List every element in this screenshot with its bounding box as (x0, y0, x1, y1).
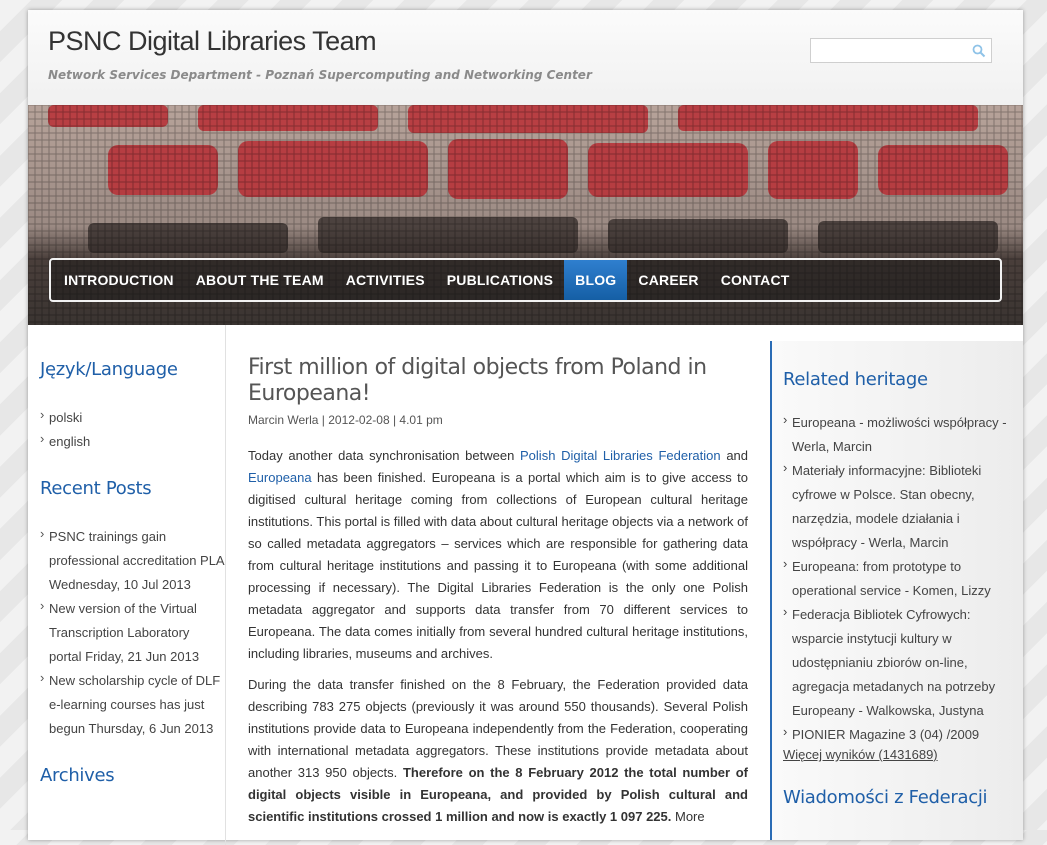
related-heritage-item[interactable]: PIONIER Magazine 3 (04) /2009 (783, 720, 1011, 747)
post-paragraph-1: Today another data synchronisation betwe… (248, 448, 749, 661)
related-heritage-item[interactable]: Europeana: from prototype to operational… (783, 552, 1011, 603)
main-content: First million of digital objects from Po… (248, 355, 748, 828)
nav-contact[interactable]: CONTACT (710, 260, 801, 300)
post-title[interactable]: First million of digital objects from Po… (248, 355, 748, 407)
search-input[interactable] (811, 39, 969, 62)
post-meta: Marcin Werla | 2012-02-08 | 4.01 pm (248, 413, 443, 427)
language-list: polski english (40, 403, 225, 454)
right-sidebar: Related heritage Europeana - możliwości … (770, 341, 1023, 840)
site-tagline: Network Services Department - Poznań Sup… (48, 68, 592, 82)
related-heritage-item[interactable]: Federacja Bibliotek Cyfrowych: wsparcie … (783, 600, 1011, 723)
europeana-link[interactable]: Europeana (248, 470, 312, 485)
recent-posts-heading: Recent Posts (40, 478, 152, 499)
recent-posts-list: PSNC trainings gain professional accredi… (40, 522, 225, 741)
recent-post-link[interactable]: New scholarship cycle of DLF e-learning … (40, 666, 225, 741)
site-title[interactable]: PSNC Digital Libraries Team (48, 26, 377, 57)
more-results-link[interactable]: Więcej wyników (1431689) (783, 747, 1023, 762)
page-container: PSNC Digital Libraries Team Network Serv… (28, 10, 1023, 845)
archives-heading: Archives (40, 765, 115, 786)
search-icon[interactable] (972, 44, 986, 58)
post-paragraph-2: During the data transfer finished on the… (248, 677, 748, 824)
nav-introduction[interactable]: INTRODUCTION (53, 260, 185, 300)
language-link-polski[interactable]: polski (40, 403, 225, 430)
nav-activities[interactable]: ACTIVITIES (335, 260, 436, 300)
language-heading: Język/Language (40, 359, 178, 380)
post-body: Today another data synchronisation betwe… (248, 445, 748, 828)
nav-about-the-team[interactable]: ABOUT THE TEAM (185, 260, 335, 300)
site-header: PSNC Digital Libraries Team Network Serv… (28, 10, 1023, 105)
nav-blog[interactable]: BLOG (564, 260, 628, 300)
main-navigation: INTRODUCTION ABOUT THE TEAM ACTIVITIES P… (49, 258, 1002, 302)
recent-post-link[interactable]: PSNC trainings gain professional accredi… (40, 522, 225, 597)
related-heritage-heading: Related heritage (783, 369, 928, 390)
nav-career[interactable]: CAREER (627, 260, 709, 300)
related-heritage-item[interactable]: Materiały informacyjne: Biblioteki cyfro… (783, 456, 1011, 555)
search-box (810, 38, 992, 63)
recent-post-link[interactable]: New version of the Virtual Transcription… (40, 594, 225, 669)
polish-digital-libraries-federation-link[interactable]: Polish Digital Libraries Federation (520, 448, 721, 463)
federation-news-heading: Wiadomości z Federacji (783, 787, 988, 808)
related-heritage-list: Europeana - możliwości współpracy - Werl… (772, 408, 1023, 747)
nav-publications[interactable]: PUBLICATIONS (436, 260, 564, 300)
column-divider (225, 325, 226, 845)
related-heritage-item[interactable]: Europeana - możliwości współpracy - Werl… (783, 408, 1011, 459)
language-link-english[interactable]: english (40, 427, 225, 454)
left-sidebar: Język/Language polski english Recent Pos… (28, 325, 225, 812)
header-banner-image: INTRODUCTION ABOUT THE TEAM ACTIVITIES P… (28, 105, 1023, 325)
